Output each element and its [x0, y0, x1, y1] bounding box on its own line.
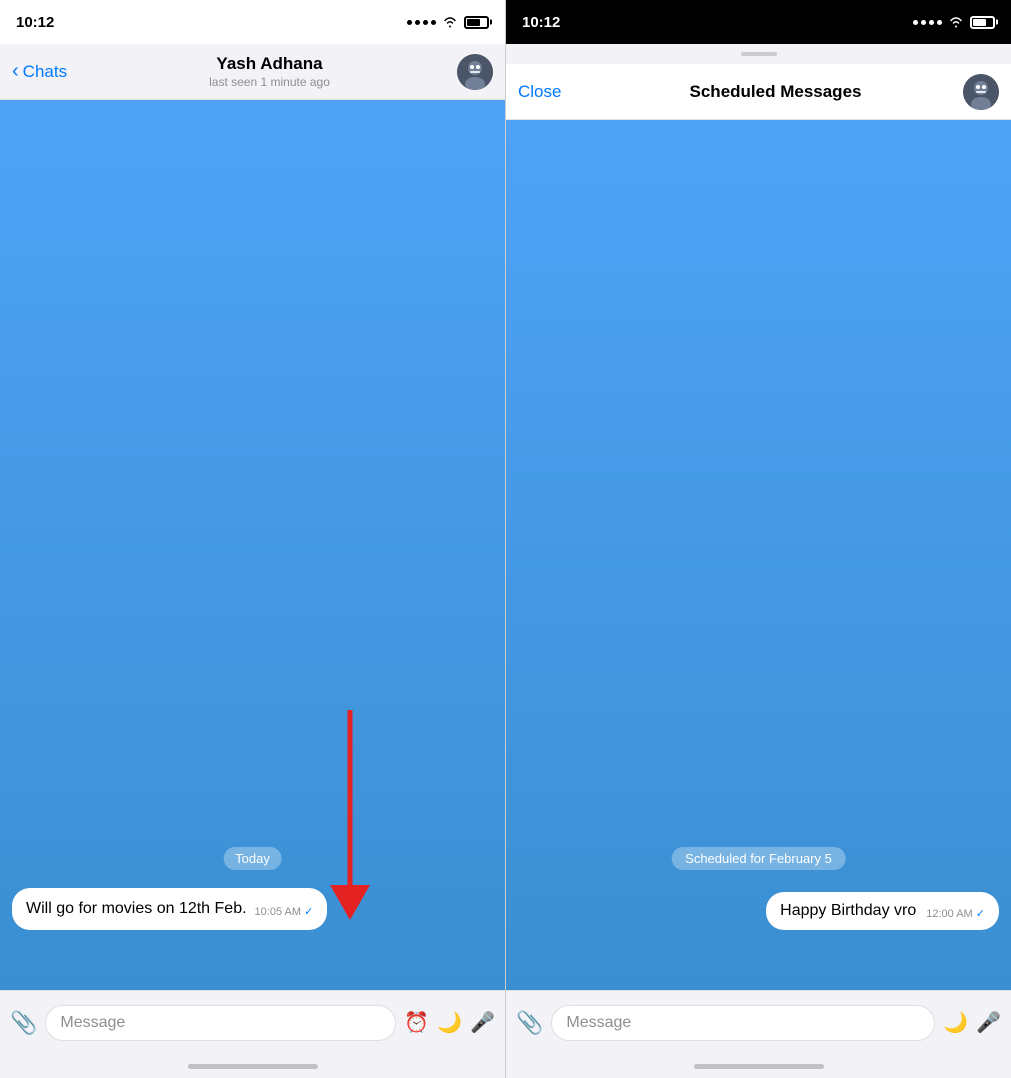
right-message-input[interactable]: Message: [551, 1005, 935, 1041]
message-bubble[interactable]: Will go for movies on 12th Feb. 10:05 AM…: [12, 888, 327, 930]
right-status-icons: [913, 16, 995, 29]
nav-center: Yash Adhana last seen 1 minute ago: [82, 54, 457, 89]
time-value: 10:05 AM: [255, 906, 301, 918]
right-emoji-moon-icon[interactable]: 🌙: [943, 1010, 968, 1035]
left-status-time: 10:12: [16, 14, 54, 31]
right-status-bar: 10:12: [506, 0, 1011, 44]
right-nav-center: Scheduled Messages: [588, 82, 963, 102]
sheet-handle-area: [506, 44, 1011, 64]
right-input-bar: 📎 Message 🌙 🎤: [506, 990, 1011, 1054]
right-status-time: 10:12: [522, 14, 560, 31]
chat-subtitle: last seen 1 minute ago: [209, 75, 330, 89]
dot4: [431, 20, 436, 25]
right-battery-icon: [970, 16, 995, 29]
right-input-placeholder: Message: [566, 1014, 631, 1032]
battery-fill: [467, 19, 480, 26]
left-status-icons: [407, 16, 489, 29]
dot1: [407, 20, 412, 25]
dot2: [415, 20, 420, 25]
close-button[interactable]: Close: [518, 82, 588, 102]
right-microphone-icon[interactable]: 🎤: [976, 1010, 1001, 1035]
left-message-input[interactable]: Message: [45, 1005, 396, 1041]
microphone-icon[interactable]: 🎤: [470, 1010, 495, 1035]
chat-title: Yash Adhana: [216, 54, 322, 74]
right-signal-dots: [913, 20, 942, 25]
right-wifi-icon: [948, 16, 964, 28]
right-message-time: 12:00 AM ✓: [926, 907, 985, 920]
date-label: Today: [223, 847, 282, 870]
right-message-check: ✓: [976, 908, 985, 920]
dot3: [423, 20, 428, 25]
right-home-indicator: [506, 1054, 1011, 1078]
message-text: Will go for movies on 12th Feb.: [26, 898, 247, 920]
left-input-placeholder: Message: [60, 1014, 125, 1032]
left-home-indicator: [0, 1054, 505, 1078]
left-phone-panel: 10:12 ‹ Chats Yash: [0, 0, 506, 1078]
attachment-icon[interactable]: 📎: [10, 1010, 37, 1036]
right-contact-avatar[interactable]: [963, 74, 999, 110]
right-message-container: Happy Birthday vro 12:00 AM ✓: [766, 892, 999, 930]
back-button[interactable]: ‹ Chats: [12, 60, 82, 83]
message-time: 10:05 AM ✓: [255, 905, 314, 920]
wifi-icon: [442, 16, 458, 28]
left-nav-bar: ‹ Chats Yash Adhana last seen 1 minute a…: [0, 44, 505, 100]
red-arrow: [320, 710, 380, 935]
rdot1: [913, 20, 918, 25]
left-status-bar: 10:12: [0, 0, 505, 44]
right-time-value: 12:00 AM: [926, 908, 972, 920]
right-chat-area: Scheduled for February 5 Happy Birthday …: [506, 120, 1011, 990]
message-check: ✓: [304, 906, 313, 918]
left-chat-area: Today Will go for movies on 12th Feb. 10…: [0, 100, 505, 990]
right-phone-panel: 10:12 Close Scheduled Messages: [506, 0, 1011, 1078]
signal-dots: [407, 20, 436, 25]
schedule-clock-icon[interactable]: ⏰: [404, 1010, 429, 1035]
right-home-bar: [694, 1064, 824, 1069]
scheduled-messages-title: Scheduled Messages: [690, 82, 862, 102]
home-bar: [188, 1064, 318, 1069]
battery-icon: [464, 16, 489, 29]
avatar-image: [457, 54, 493, 90]
right-nav-bar: Close Scheduled Messages: [506, 64, 1011, 120]
right-message-bubble[interactable]: Happy Birthday vro 12:00 AM ✓: [766, 892, 999, 930]
rdot4: [937, 20, 942, 25]
right-attachment-icon[interactable]: 📎: [516, 1010, 543, 1036]
left-input-bar: 📎 Message ⏰ 🌙 🎤: [0, 990, 505, 1054]
rdot2: [921, 20, 926, 25]
bubble-row: Will go for movies on 12th Feb. 10:05 AM…: [26, 898, 313, 920]
right-battery-fill: [973, 19, 986, 26]
scheduled-date-label: Scheduled for February 5: [671, 847, 846, 870]
back-label: Chats: [23, 62, 67, 82]
rdot3: [929, 20, 934, 25]
sheet-handle: [741, 52, 777, 56]
right-bubble-row: Happy Birthday vro 12:00 AM ✓: [780, 902, 985, 920]
right-message-text: Happy Birthday vro: [780, 902, 916, 920]
chevron-left-icon: ‹: [12, 60, 19, 83]
emoji-moon-icon[interactable]: 🌙: [437, 1010, 462, 1035]
right-avatar-image: [963, 74, 999, 110]
contact-avatar[interactable]: [457, 54, 493, 90]
message-container: Will go for movies on 12th Feb. 10:05 AM…: [12, 888, 493, 930]
